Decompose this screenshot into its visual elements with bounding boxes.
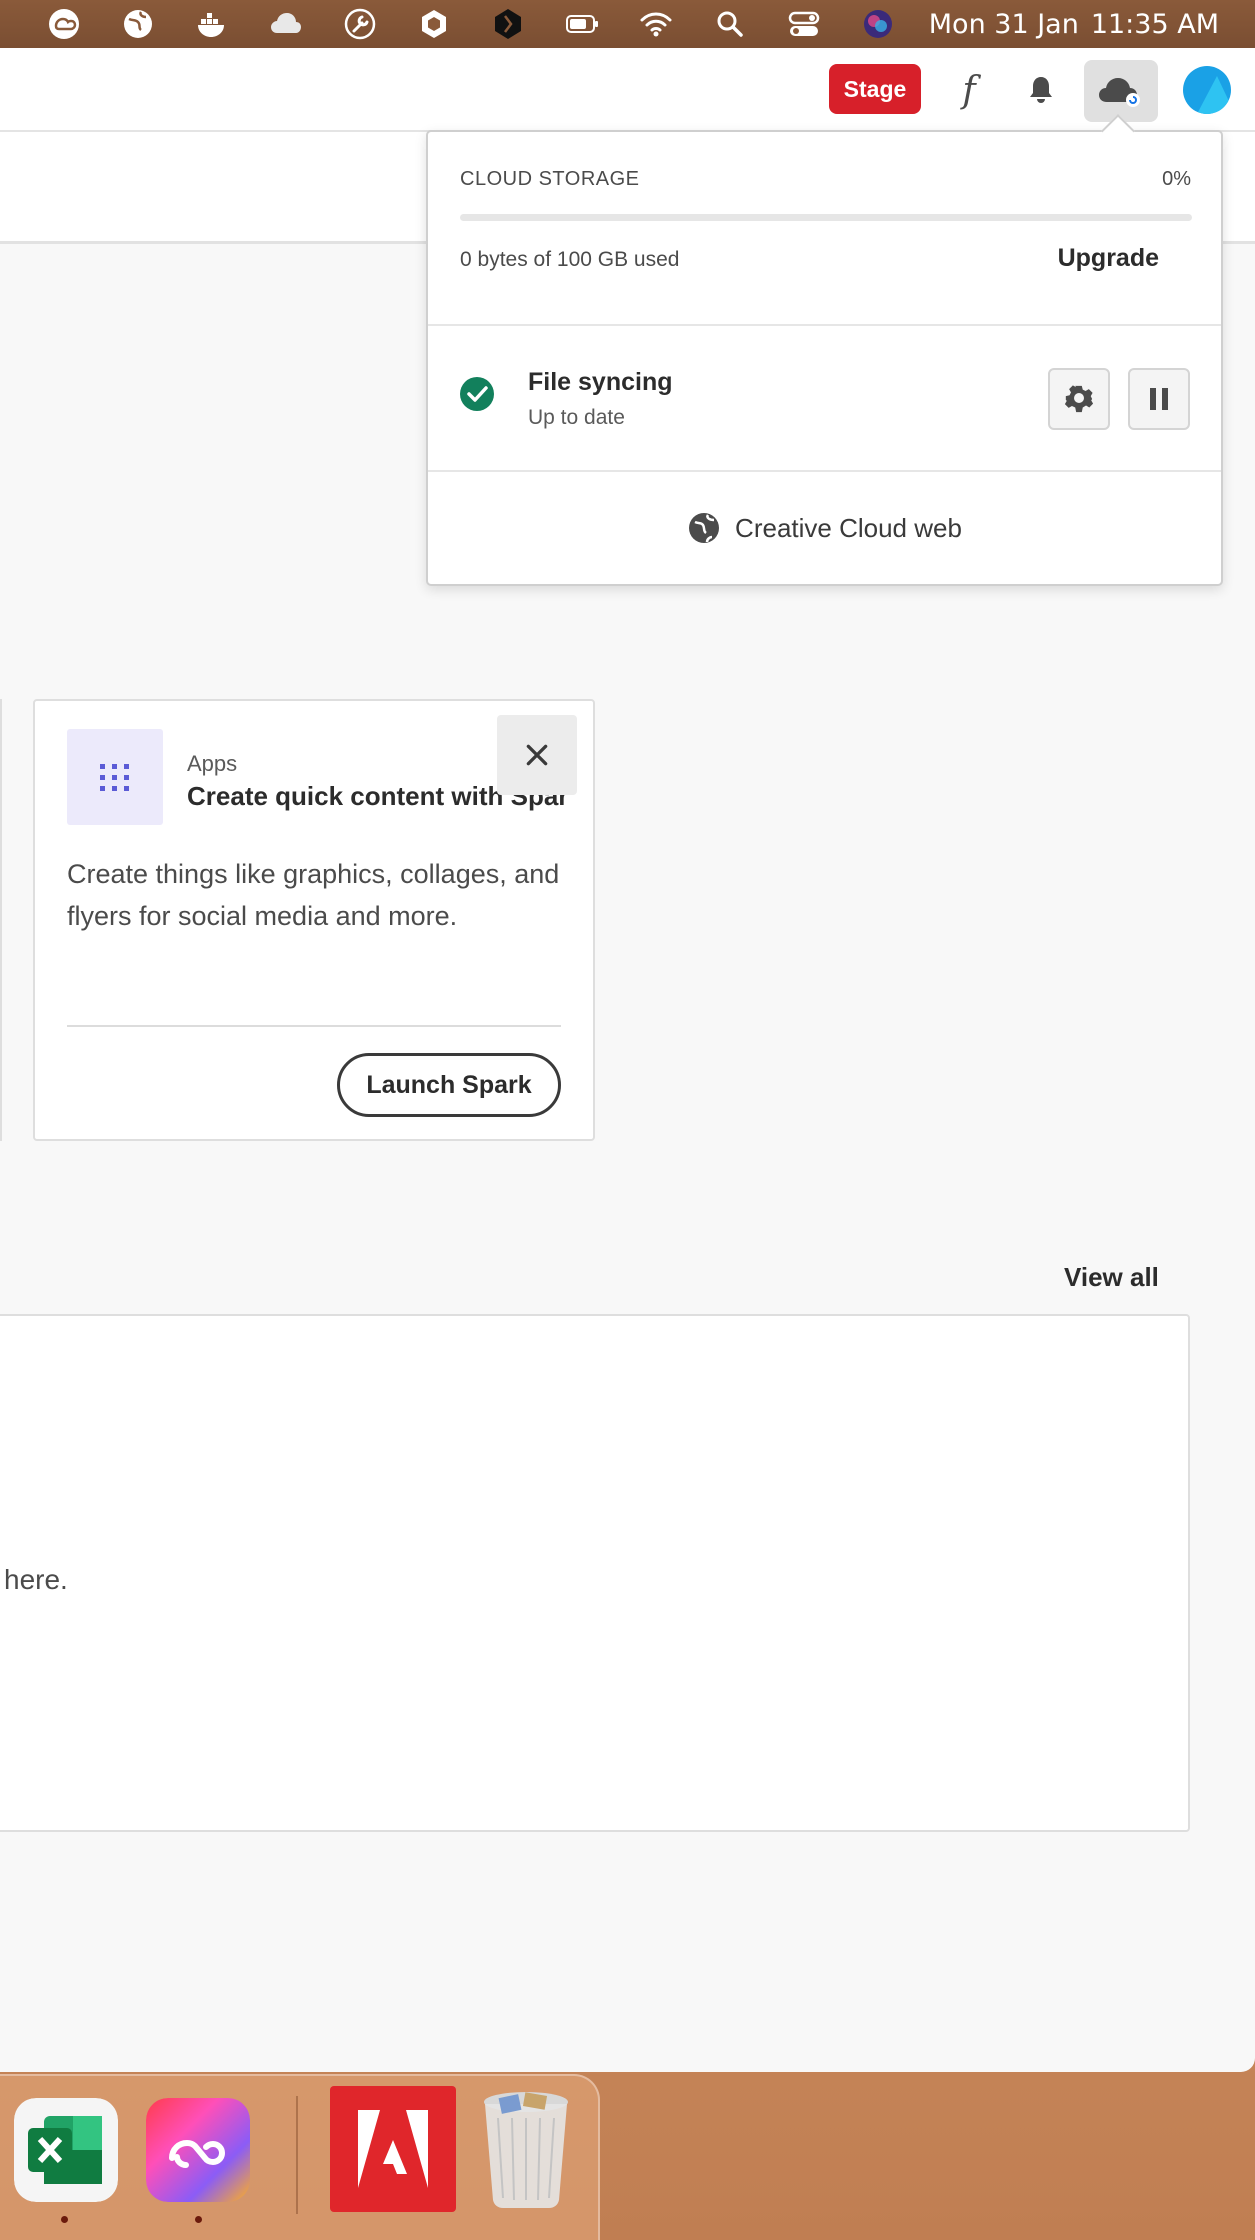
stage-badge[interactable]: Stage (829, 64, 921, 114)
siri-icon[interactable] (858, 4, 898, 44)
launch-spark-button[interactable]: Launch Spark (337, 1053, 561, 1117)
dock (0, 2074, 600, 2240)
cloud-sync-icon (1099, 78, 1140, 107)
wifi-icon[interactable] (636, 4, 676, 44)
app-header: Stage f (0, 48, 1255, 132)
storage-section: CLOUD STORAGE 0% 0 bytes of 100 GB used … (428, 132, 1221, 326)
sync-status: Up to date (528, 406, 625, 429)
wrench-icon[interactable] (340, 4, 380, 44)
dock-excel[interactable] (14, 2098, 118, 2202)
hexagon-icon[interactable] (414, 4, 454, 44)
empty-state-text: here. (4, 1564, 68, 1595)
card-description: Create things like graphics, collages, a… (67, 859, 560, 931)
user-avatar[interactable] (1183, 66, 1231, 114)
clock-date: Mon 31 Jan (928, 8, 1079, 40)
storage-percent: 0% (1162, 168, 1191, 190)
spark-promo-card: Apps Create quick content with Spark Cre… (33, 699, 595, 1141)
menu-bar-clock[interactable]: Mon 31 Jan 11:35 AM (929, 9, 1219, 40)
dark-hexagon-icon[interactable] (488, 4, 528, 44)
bell-icon[interactable] (1019, 68, 1063, 112)
fonts-icon[interactable]: f (947, 68, 991, 112)
sync-section: File syncing Up to date (428, 326, 1221, 472)
clock-time: 11:35 AM (1090, 8, 1219, 40)
battery-icon[interactable] (562, 4, 602, 44)
close-button[interactable] (497, 715, 577, 795)
card-category: Apps (187, 751, 238, 776)
creative-cloud-web-link[interactable]: Creative Cloud web (428, 472, 1221, 584)
close-icon (526, 744, 548, 766)
storage-used-text: 0 bytes of 100 GB used (460, 248, 680, 271)
trash-icon (484, 2092, 568, 2208)
card-divider (67, 1025, 561, 1027)
previous-card-edge (0, 699, 2, 1141)
globe-icon (689, 513, 720, 543)
adobe-icon (330, 2086, 456, 2212)
cloud-icon[interactable] (266, 4, 306, 44)
sync-settings-button[interactable] (1048, 368, 1110, 430)
pause-icon (1150, 388, 1168, 410)
files-panel (0, 1314, 1190, 1832)
check-circle-icon (460, 377, 494, 411)
excel-running-indicator (61, 2216, 68, 2223)
apps-grid-icon (67, 729, 163, 825)
dock-adobe[interactable] (330, 2086, 456, 2212)
view-all-link[interactable]: View all (1064, 1262, 1159, 1293)
creative-cloud-running-indicator (195, 2216, 202, 2223)
menu-bar: Mon 31 Jan 11:35 AM (0, 0, 1255, 48)
spotlight-icon[interactable] (710, 4, 750, 44)
creative-cloud-app-icon (146, 2098, 250, 2202)
sync-title: File syncing (528, 368, 673, 396)
excel-icon (14, 2098, 118, 2202)
fonts-glyph: f (962, 69, 976, 111)
gear-icon (1064, 385, 1094, 413)
storage-progress-bar (460, 214, 1192, 221)
docker-icon[interactable] (192, 4, 232, 44)
dock-trash[interactable] (480, 2088, 572, 2208)
storage-title: CLOUD STORAGE (460, 168, 640, 190)
upgrade-button[interactable]: Upgrade (1058, 244, 1159, 273)
cloud-storage-popover: CLOUD STORAGE 0% 0 bytes of 100 GB used … (426, 130, 1223, 586)
control-center-icon[interactable] (784, 4, 824, 44)
creative-cloud-icon[interactable] (44, 4, 84, 44)
dock-creative-cloud[interactable] (146, 2098, 250, 2202)
pause-sync-button[interactable] (1128, 368, 1190, 430)
globe-icon[interactable] (118, 4, 158, 44)
creative-cloud-web-label: Creative Cloud web (735, 512, 962, 543)
cloud-storage-button[interactable] (1084, 60, 1158, 122)
dock-separator (296, 2096, 298, 2214)
